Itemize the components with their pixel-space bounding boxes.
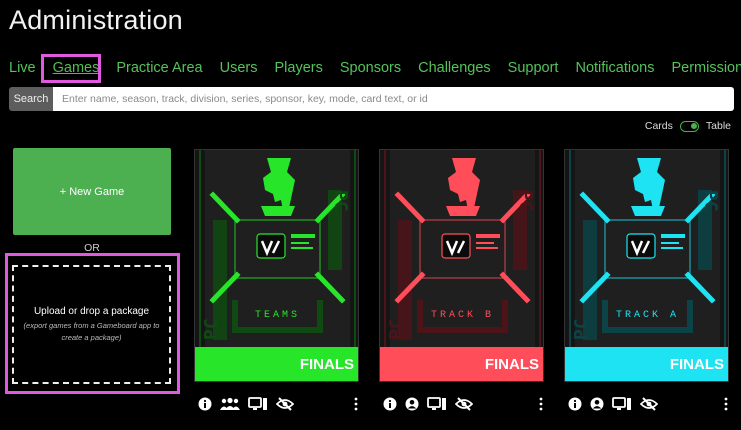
search-button[interactable]: Search <box>9 87 53 111</box>
svg-text:PC: PC <box>201 318 222 340</box>
tab-permissions[interactable]: Permissions <box>671 60 741 76</box>
page-title: Administration <box>9 5 183 35</box>
tab-sponsors[interactable]: Sponsors <box>340 60 401 76</box>
game-card[interactable]: PC PC TEAMS FINALS <box>194 149 359 382</box>
player-icon[interactable] <box>405 393 419 415</box>
info-icon[interactable] <box>568 393 582 415</box>
svg-text:PC: PC <box>330 190 351 212</box>
card-banner: FINALS <box>565 347 728 381</box>
cards-view-label[interactable]: Cards <box>645 120 673 132</box>
view-toggle: Cards Table <box>645 120 731 132</box>
tab-live[interactable]: Live <box>9 60 36 76</box>
info-icon[interactable] <box>383 393 397 415</box>
kebab-menu-icon[interactable] <box>723 393 729 415</box>
monitor-icon[interactable] <box>612 393 632 415</box>
card-actions <box>198 393 363 415</box>
admin-nav: Live Games Practice Area Users Players S… <box>9 57 741 79</box>
svg-text:PC: PC <box>700 190 721 212</box>
hidden-icon[interactable] <box>455 393 473 415</box>
kebab-menu-icon[interactable] <box>538 393 544 415</box>
card-track-label: TEAMS <box>254 310 300 321</box>
tab-support[interactable]: Support <box>508 60 559 76</box>
tab-practice-area[interactable]: Practice Area <box>116 60 202 76</box>
new-game-button[interactable]: + New Game <box>13 148 171 235</box>
tab-games[interactable]: Games <box>53 60 100 76</box>
info-icon[interactable] <box>198 393 212 415</box>
svg-text:PC: PC <box>571 318 592 340</box>
hidden-icon[interactable] <box>276 393 294 415</box>
player-icon[interactable] <box>590 393 604 415</box>
card-track-label: TRACK A <box>615 310 679 321</box>
tab-notifications[interactable]: Notifications <box>575 60 654 76</box>
team-icon[interactable] <box>220 393 240 415</box>
monitor-icon[interactable] <box>248 393 268 415</box>
table-view-label[interactable]: Table <box>706 120 731 132</box>
card-banner: FINALS <box>380 347 543 381</box>
toggle-knob <box>690 122 697 129</box>
kebab-menu-icon[interactable] <box>353 393 359 415</box>
tab-users[interactable]: Users <box>220 60 258 76</box>
view-toggle-switch[interactable] <box>679 120 699 132</box>
upload-title: Upload or drop a package <box>33 305 150 317</box>
upload-hint: (export games from a Gameboard app to cr… <box>23 320 160 342</box>
svg-text:PC: PC <box>386 318 407 340</box>
tab-players[interactable]: Players <box>274 60 322 76</box>
game-card[interactable]: PC PC TRACK A FINALS <box>564 149 729 382</box>
card-actions <box>568 393 733 415</box>
card-actions <box>383 393 548 415</box>
monitor-icon[interactable] <box>427 393 447 415</box>
game-card[interactable]: PC PC TRACK B FINALS <box>379 149 544 382</box>
card-track-label: TRACK B <box>430 310 494 321</box>
package-drop-zone[interactable]: Upload or drop a package (export games f… <box>12 265 171 384</box>
svg-text:PC: PC <box>515 190 536 212</box>
hidden-icon[interactable] <box>640 393 658 415</box>
search-input[interactable] <box>53 87 734 111</box>
search-bar: Search <box>9 87 734 111</box>
tab-challenges[interactable]: Challenges <box>418 60 491 76</box>
card-banner: FINALS <box>195 347 358 381</box>
